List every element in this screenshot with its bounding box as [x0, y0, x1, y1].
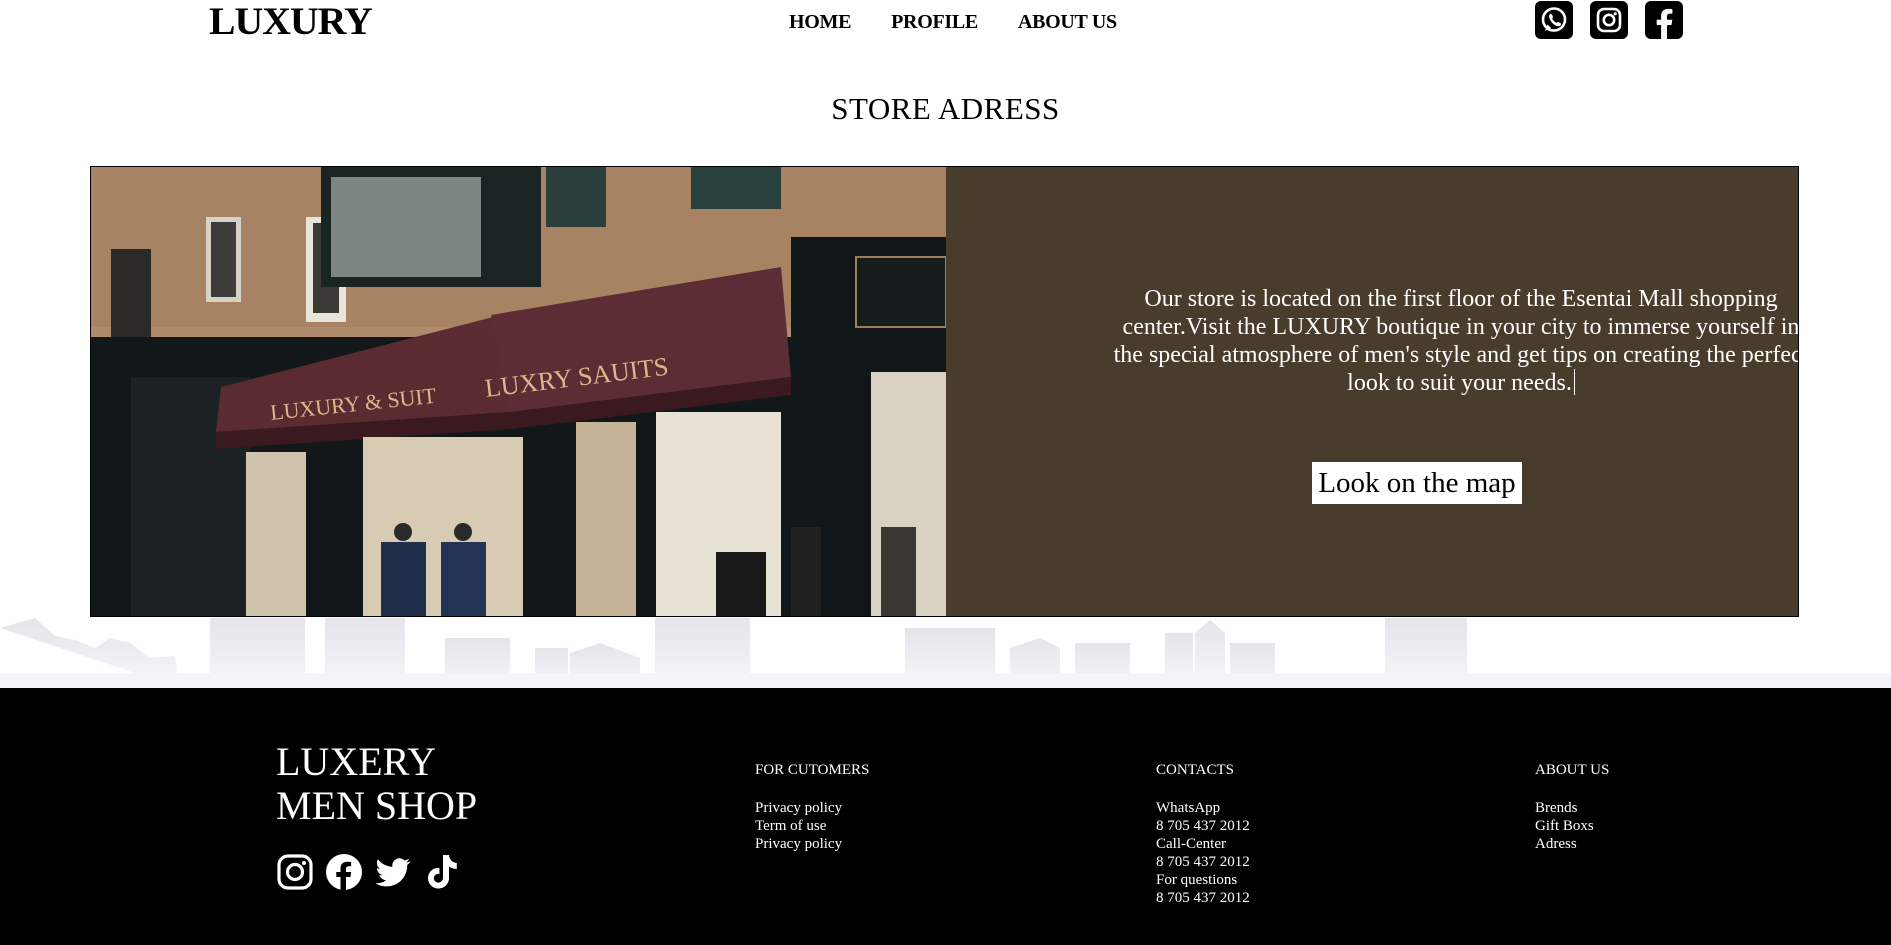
look-on-map-button[interactable]: Look on the map	[1312, 462, 1522, 504]
footer-column-customers: FOR CUTOMERS Privacy policy Term of use …	[755, 761, 869, 853]
facebook-icon[interactable]	[325, 853, 363, 891]
footer-link-privacy-policy-2[interactable]: Privacy policy	[755, 835, 869, 853]
text-cursor	[1573, 369, 1575, 395]
instagram-icon[interactable]	[1590, 1, 1628, 39]
store-description-text: Our store is located on the first floor …	[1113, 286, 1799, 396]
contact-questions-number[interactable]: 8 705 437 2012	[1156, 889, 1250, 907]
instagram-icon[interactable]	[276, 853, 314, 891]
store-description: Our store is located on the first floor …	[1111, 285, 1799, 397]
footer-brand: LUXERY MEN SHOP	[276, 740, 477, 828]
footer-column-title: FOR CUTOMERS	[755, 762, 870, 778]
footer-brand-line-1: LUXERY	[276, 739, 436, 784]
footer-link-terms-of-use[interactable]: Term of use	[755, 817, 869, 835]
site-logo[interactable]: LUXURY	[209, 0, 373, 44]
store-photo: LUXURY & SUIT LUXRY SAUITS	[91, 167, 946, 616]
header-social-links	[1535, 1, 1700, 39]
contact-callcenter-number[interactable]: 8 705 437 2012	[1156, 853, 1250, 871]
footer-column-title: ABOUT US	[1535, 762, 1610, 778]
footer-link-privacy-policy[interactable]: Privacy policy	[755, 799, 869, 817]
footer-brand-line-2: MEN SHOP	[276, 783, 478, 828]
contact-questions-label[interactable]: For questions	[1156, 871, 1250, 889]
map-button-wrapper: Look on the map	[1265, 462, 1569, 505]
tiktok-icon[interactable]	[423, 853, 461, 891]
facebook-icon[interactable]	[1645, 1, 1683, 39]
main-nav: HOME PROFILE ABOUT US	[789, 8, 1157, 36]
footer-column-contacts: CONTACTS WhatsApp 8 705 437 2012 Call-Ce…	[1156, 761, 1250, 907]
contact-whatsapp-number[interactable]: 8 705 437 2012	[1156, 817, 1250, 835]
contact-whatsapp-label[interactable]: WhatsApp	[1156, 799, 1250, 817]
page-title: STORE ADRESS	[831, 91, 1060, 126]
whatsapp-icon[interactable]	[1535, 1, 1573, 39]
contact-callcenter-label[interactable]: Call-Center	[1156, 835, 1250, 853]
top-header: LUXURY HOME PROFILE ABOUT US	[0, 0, 1891, 48]
footer-link-address[interactable]: Adress	[1535, 835, 1609, 853]
nav-about-us[interactable]: ABOUT US	[1018, 8, 1117, 36]
site-footer: LUXERY MEN SHOP FOR CUTOMERS Privacy pol…	[0, 688, 1891, 945]
footer-link-brands[interactable]: Brends	[1535, 799, 1609, 817]
nav-home[interactable]: HOME	[789, 8, 851, 36]
nav-profile[interactable]: PROFILE	[891, 8, 978, 36]
store-address-panel: LUXURY & SUIT LUXRY SAUITS Our store is …	[90, 166, 1799, 617]
twitter-icon[interactable]	[374, 853, 412, 891]
city-skyline-decoration	[0, 618, 1891, 688]
footer-link-gift-boxes[interactable]: Gift Boxs	[1535, 817, 1609, 835]
footer-social-links	[276, 853, 472, 891]
footer-column-about: ABOUT US Brends Gift Boxs Adress	[1535, 761, 1609, 853]
footer-column-title: CONTACTS	[1156, 762, 1234, 778]
